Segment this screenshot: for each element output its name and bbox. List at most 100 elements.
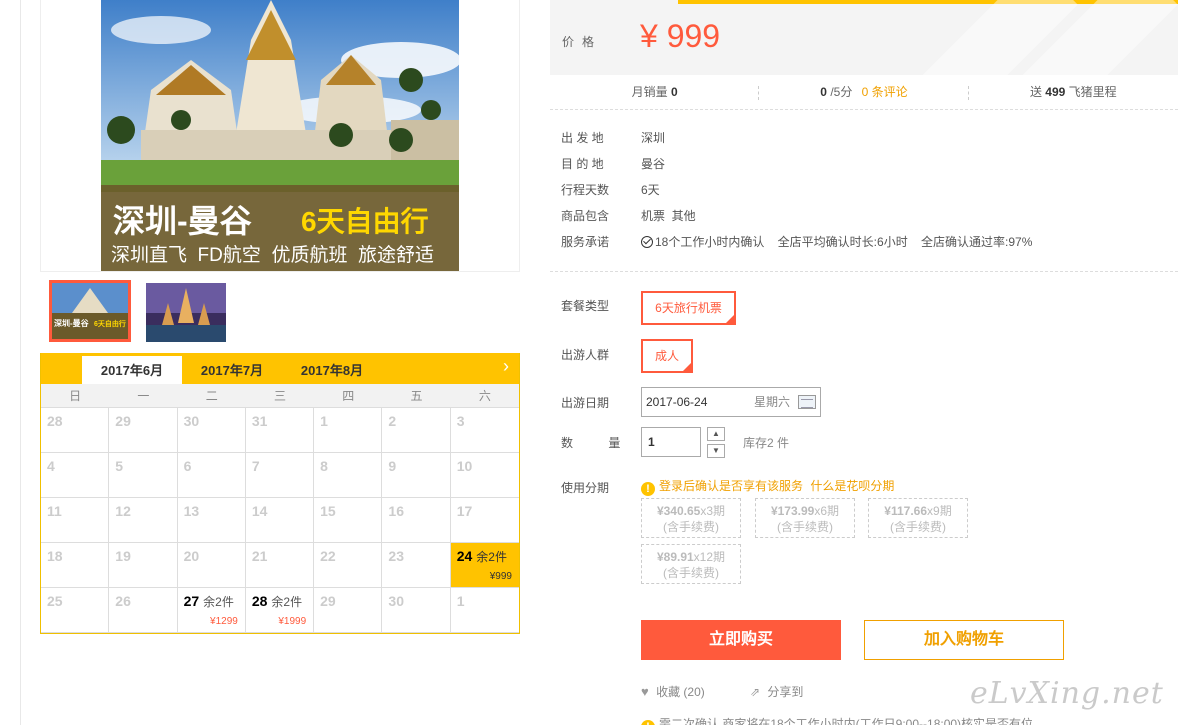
calendar-day-cell: 9 <box>382 453 451 498</box>
package-option-6day[interactable]: 6天旅行机票 <box>641 291 736 345</box>
tab-2017-06[interactable]: 2017年6月 <box>82 356 182 384</box>
share-icon: ⇗ <box>750 685 761 699</box>
monthly-sales: 月销量 0 <box>550 78 760 109</box>
day-number: 21 <box>251 548 268 564</box>
tab-2017-08[interactable]: 2017年8月 <box>282 356 382 384</box>
check-corner-icon <box>725 314 735 345</box>
installment-plan-9[interactable]: ¥117.66x9期 (含手续费) <box>868 498 968 538</box>
monthly-sales-value: 0 <box>671 85 678 99</box>
watermark-text: eLvXing.net <box>970 676 1164 711</box>
calendar-day-cell: 14 <box>245 498 315 543</box>
rating-value: 0 <box>820 85 827 99</box>
day-number: 24 <box>456 548 473 564</box>
day-number: 29 <box>115 413 131 429</box>
qty-increase-icon[interactable]: ▲ <box>707 427 725 441</box>
stock-text: 库存2 件 <box>743 436 790 450</box>
calendar-day-cell: 21 <box>245 543 315 588</box>
product-info: 出 发 地 深圳 目 的 地 曼谷 行程天数 6天 商品包含 机票 其他 服务承… <box>561 130 1171 260</box>
calendar-day-cell: 28 <box>41 408 110 453</box>
day-number: 28 <box>47 413 63 429</box>
calendar-day-cell: 12 <box>109 498 178 543</box>
thumbnail-1[interactable]: 深圳-曼谷 6天自由行 <box>49 280 131 342</box>
calendar-day-cell: 29 <box>109 408 178 453</box>
left-divider <box>20 0 21 725</box>
favorite-button[interactable]: ♥ 收藏 (20) <box>641 683 705 700</box>
day-number: 2 <box>388 413 397 429</box>
calendar-day-cell[interactable]: 27 余2件 ¥1299 <box>177 588 246 633</box>
day-number: 30 <box>183 413 200 429</box>
price-label: 价格 <box>562 35 603 49</box>
day-price: ¥1999 <box>278 616 307 627</box>
buy-now-button[interactable]: 立即购买 <box>641 620 841 660</box>
reviews-link[interactable]: 0 条评论 <box>862 85 908 99</box>
day-number: 27 <box>183 593 200 609</box>
day-number: 30 <box>388 593 404 609</box>
info-row-includes: 商品包含 机票 其他 <box>561 209 696 223</box>
main-product-image[interactable]: 深圳-曼谷 6天自由行 深圳直飞 FD航空 优质航班 旅途舒适 <box>101 0 459 271</box>
day-number: 13 <box>183 503 200 519</box>
day-number: 28 <box>251 593 268 609</box>
weekday-label: 一 <box>137 389 150 403</box>
tab-2017-07[interactable]: 2017年7月 <box>182 356 282 384</box>
date-calendar: 2017年6月 2017年7月 2017年8月 › 日 一 二 三 四 五 六 … <box>40 353 520 634</box>
calendar-day-cell: 20 <box>177 543 246 588</box>
day-number: 18 <box>47 548 63 564</box>
add-to-cart-button[interactable]: 加入购物车 <box>864 620 1064 660</box>
rating: 0 /5分 0 条评论 <box>759 78 969 109</box>
day-number: 9 <box>388 458 397 474</box>
day-number: 31 <box>251 413 268 429</box>
banner-subtitle: 深圳直飞 FD航空 优质航班 旅途舒适 <box>111 245 435 266</box>
day-number: 25 <box>47 593 63 609</box>
weekday-label: 二 <box>205 389 218 403</box>
chevron-right-icon[interactable]: › <box>503 356 509 377</box>
calendar-day-cell: 4 <box>41 453 110 498</box>
banner-highlight: 6天自由行 <box>301 206 429 237</box>
calendar-day-cell: 30 <box>382 588 451 633</box>
calendar-day-cell[interactable]: 24 余2件 ¥999 <box>450 543 519 588</box>
check-circle-icon <box>641 236 653 248</box>
installment-help-link[interactable]: 什么是花呗分期 <box>810 479 894 493</box>
calendar-day-cell: 18 <box>41 543 110 588</box>
day-number: 23 <box>388 548 404 564</box>
day-number: 22 <box>320 548 336 564</box>
check-corner-icon <box>682 362 692 393</box>
day-stock: 余2件 <box>476 550 507 564</box>
day-number: 26 <box>115 593 131 609</box>
calendar-icon[interactable] <box>798 395 816 409</box>
calendar-grid: 28 29 30 31 1 2 3 4 5 6 7 8 9 10 11 12 13 14 15 16 17 18 19 20 2… <box>41 408 519 633</box>
date-picker-input[interactable]: 2017-06-24 星期六 <box>641 387 821 417</box>
quantity-input[interactable]: 1 <box>641 427 701 457</box>
day-number: 10 <box>456 458 473 474</box>
weekday-label: 日 <box>69 389 82 403</box>
warning-icon: ! <box>641 720 655 725</box>
package-label: 套餐类型 <box>561 299 610 313</box>
qty-decrease-icon[interactable]: ▼ <box>707 444 725 458</box>
weekday-label: 五 <box>410 389 423 403</box>
info-row-service: 服务承诺 18个工作小时内确认 全店平均确认时长:6小时 全店确认通过率:97% <box>561 235 1033 249</box>
installment-plan-3[interactable]: ¥340.65x3期 (含手续费) <box>641 498 741 538</box>
product-gallery: 深圳-曼谷 6天自由行 深圳直飞 FD航空 优质航班 旅途舒适 <box>40 0 520 272</box>
day-number: 8 <box>320 458 328 474</box>
day-number: 29 <box>320 593 336 609</box>
day-stock: 余2件 <box>271 595 303 609</box>
banner-title: 深圳-曼谷 <box>113 203 252 239</box>
calendar-day-cell[interactable]: 28 余2件 ¥1999 <box>245 588 315 633</box>
installment-plan-6[interactable]: ¥173.99x6期 (含手续费) <box>755 498 855 538</box>
day-number: 11 <box>47 503 62 519</box>
installment-plan-12[interactable]: ¥89.91x12期 (含手续费) <box>641 544 741 584</box>
day-number: 15 <box>320 503 336 519</box>
thumbnail-2[interactable] <box>146 283 226 342</box>
price-value: ¥ 999 <box>640 18 721 54</box>
share-button[interactable]: ⇗ 分享到 <box>750 683 803 700</box>
calendar-day-cell: 22 <box>314 543 383 588</box>
info-row-departure: 出 发 地 深圳 <box>561 131 666 145</box>
day-number: 1 <box>456 593 465 609</box>
calendar-day-cell: 19 <box>109 543 178 588</box>
mileage-reward: 送 499 飞猪里程 <box>1029 85 1117 99</box>
people-option-adult[interactable]: 成人 <box>641 339 693 393</box>
day-number: 17 <box>456 503 473 519</box>
day-number: 6 <box>183 458 192 474</box>
day-number: 3 <box>456 413 465 429</box>
calendar-day-cell: 30 <box>177 408 246 453</box>
day-stock: 余2件 <box>203 595 234 609</box>
